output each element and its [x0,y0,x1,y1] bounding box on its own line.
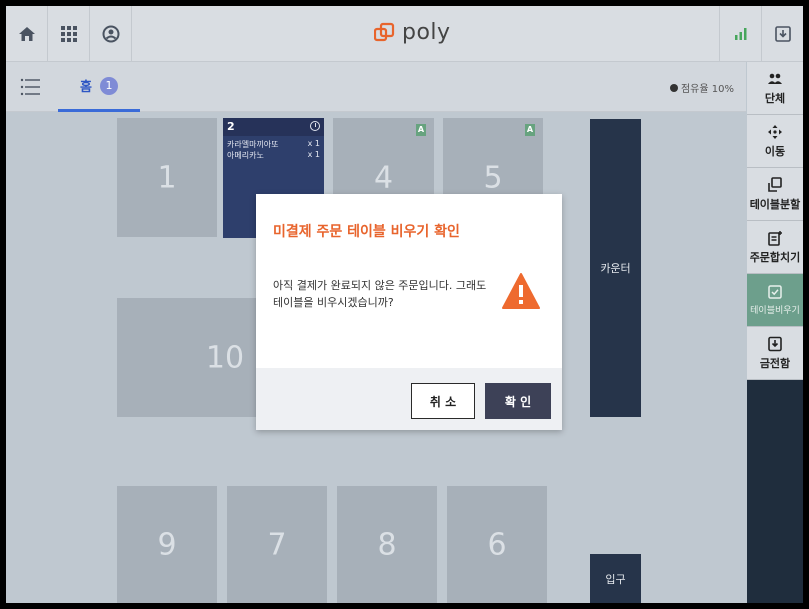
entrance-label: 입구 [605,572,626,586]
home-button[interactable] [6,6,48,62]
sidebar-item-order-merge[interactable]: 주문합치기 [747,221,803,274]
table-status-badge: A [416,124,426,136]
app-logo: poly [374,20,451,45]
table-number: 1 [157,160,177,195]
pie-chart-icon [669,83,678,92]
sidebar-item-group[interactable]: 단체 [747,62,803,115]
table-7[interactable]: 7 [227,486,327,603]
table-status-badge: A [525,124,535,136]
table-number: 9 [157,527,177,562]
table-split-icon [768,176,782,192]
table-number: 4 [373,160,394,195]
counter-area: 카운터 [590,119,641,417]
table-6[interactable]: 6 [447,486,547,603]
tab-home[interactable]: 홈 1 [58,62,140,112]
order-item: 카라멜마끼아또 x 1 [227,139,320,150]
table-number: 5 [483,160,503,195]
sidebar-item-label: 단체 [764,91,786,105]
entrance-area: 입구 [590,554,641,603]
occupancy-indicator: 점유율 10% [669,80,734,95]
tab-home-label: 홈 [80,80,92,95]
table-number: 2 [227,120,235,133]
warning-icon [502,273,540,309]
cash-drawer-icon [768,336,782,351]
menu-list-icon[interactable] [20,78,40,96]
sidebar-item-table-split[interactable]: 테이블분할 [747,168,803,221]
grid-icon [60,26,77,42]
table-number: 6 [487,527,507,562]
order-item-name: 카라멜마끼아또 [227,140,279,149]
poly-logo-icon [374,22,395,41]
home-icon [18,27,35,41]
cancel-button[interactable]: 취 소 [411,383,475,419]
order-merge-icon [768,230,782,246]
confirm-button[interactable]: 확 인 [485,383,551,419]
floor-tab-bar: 홈 1 점유율 10% [6,62,746,112]
sidebar-item-move[interactable]: 이동 [747,115,803,168]
table-number: 8 [377,527,397,562]
sidebar-item-label: 테이블비우기 [750,306,800,316]
download-icon [774,26,791,42]
user-button[interactable] [90,6,132,62]
sidebar-item-label: 금전함 [759,356,791,370]
table-8[interactable]: 8 [337,486,437,603]
table-number: 7 [267,527,287,562]
signal-icon [734,28,746,40]
signal-status [719,6,761,62]
order-item: 아메리카노 x 1 [227,150,320,161]
dialog-footer: 취 소 확 인 [256,368,562,430]
sidebar-item-label: 테이블분할 [749,197,801,211]
table-9[interactable]: 9 [117,486,217,603]
table-1[interactable]: 1 [117,118,217,237]
order-item-name: 아메리카노 [227,151,264,160]
user-icon [102,25,119,43]
confirm-clear-table-dialog: 미결제 주문 테이블 비우기 확인 아직 결제가 완료되지 않은 주문입니다. … [256,194,562,430]
pos-screen: poly 홈 1 점유율 10% 1 2 카라멜마끼아또 x 1 아메리카노 x… [6,6,803,603]
sidebar-item-clear-table[interactable]: 테이블비우기 [747,274,803,327]
order-item-qty: x 1 [307,150,320,159]
grid-button[interactable] [48,6,90,62]
clear-table-icon [768,285,782,299]
logo-text: poly [402,20,451,45]
top-bar: poly [6,6,803,62]
download-button[interactable] [761,6,803,62]
occupancy-label: 점유율 10% [680,84,734,95]
clock-icon [310,121,320,131]
sidebar-item-label: 주문합치기 [749,250,801,264]
action-sidebar: 단체 이동 테이블분할 주문합치기 테이블비우기 금전함 [747,62,803,603]
table-header: 2 [223,118,324,136]
tab-home-count-badge: 1 [99,76,118,95]
sidebar-item-label: 이동 [764,144,786,158]
counter-label: 카운터 [600,262,631,275]
move-icon [768,124,782,139]
sidebar-item-cash-drawer[interactable]: 금전함 [747,327,803,380]
group-icon [768,73,782,84]
dialog-message: 아직 결제가 완료되지 않은 주문입니다. 그래도 테이블을 비우시겠습니까? [273,279,487,309]
dialog-title: 미결제 주문 테이블 비우기 확인 [273,224,460,240]
order-item-qty: x 1 [307,139,320,148]
